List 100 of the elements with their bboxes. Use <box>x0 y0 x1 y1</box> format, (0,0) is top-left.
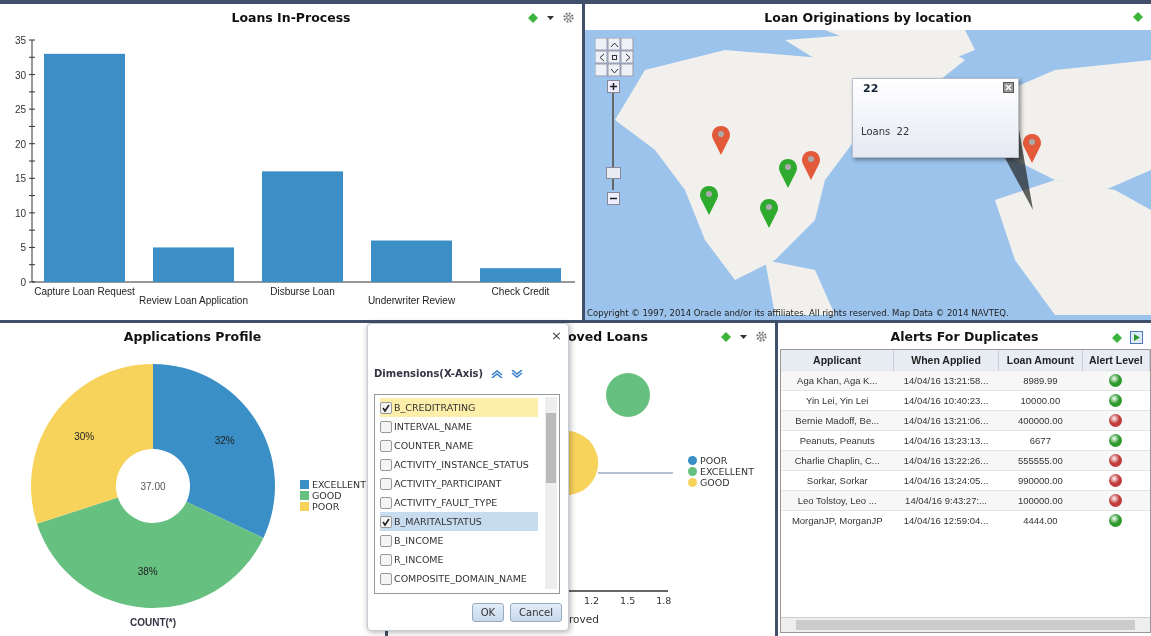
column-header[interactable]: Alert Level <box>1082 350 1150 371</box>
zoom-out-icon[interactable] <box>607 192 620 205</box>
legend-label: GOOD <box>312 490 342 501</box>
item-label: COMPOSITE_DOMAIN_NAME <box>394 573 527 584</box>
x-tick-label: Capture Loan Request <box>34 286 135 297</box>
list-item[interactable]: B_INCOME <box>380 531 538 550</box>
close-icon[interactable] <box>1003 82 1014 93</box>
table-cell: Bernie Madoff, Be... <box>781 410 894 431</box>
panel-title: Alerts For Duplicates <box>890 328 1039 344</box>
list-item[interactable]: COUNTER_NAME <box>380 436 538 455</box>
item-label: ACTIVITY_PARTICIPANT <box>394 478 502 489</box>
vertical-scrollbar[interactable] <box>545 397 557 589</box>
popup-title: 22 <box>863 82 879 95</box>
map-copyright: Copyright © 1997, 2014 Oracle and/or its affiliates. All rights reserved. Map Data © 2014 NAVTEQ. <box>587 308 1009 318</box>
map-pin-icon[interactable] <box>1022 133 1042 163</box>
list-item[interactable]: B_CREDITRATING <box>380 398 538 417</box>
x-tick-label: Review Loan Application <box>139 295 248 306</box>
list-item[interactable]: ACTIVITY_INSTANCE_STATUS <box>380 455 538 474</box>
close-button[interactable]: × <box>551 328 562 343</box>
chart-axis-label: COUNT(*) <box>129 617 177 628</box>
checkbox[interactable] <box>380 401 392 414</box>
zoom-in-icon[interactable] <box>607 80 620 93</box>
y-tick-label: 0 <box>20 277 26 288</box>
checkbox[interactable] <box>380 572 392 585</box>
panel-title: Applications Profile <box>123 328 262 344</box>
panel-title: oved Loans <box>568 328 648 344</box>
list-item[interactable]: COMPOSITE_DOMAIN_NAME <box>380 569 538 588</box>
play-icon[interactable] <box>1130 331 1143 344</box>
center-value: 37.00 <box>140 481 166 492</box>
map-pin-icon[interactable] <box>699 185 719 215</box>
y-tick-label: 15 <box>14 173 26 185</box>
checkbox[interactable] <box>380 515 392 528</box>
table-cell: 14/04/16 12:59:04... <box>893 510 999 530</box>
item-label: R_INCOME <box>394 554 444 565</box>
list-item[interactable]: B_MARITALSTATUS <box>380 512 538 531</box>
table-cell: Charlie Chaplin, C... <box>781 450 894 471</box>
x-tick-label: Underwriter Review <box>367 295 456 306</box>
map-pin-icon[interactable] <box>778 158 798 188</box>
bar[interactable] <box>371 240 452 282</box>
item-label: B_INCOME <box>394 535 444 546</box>
x-tick-label: 1.8 <box>656 595 672 606</box>
pan-control-icon[interactable] <box>595 38 635 78</box>
column-header[interactable]: When Applied <box>893 350 999 371</box>
list-item[interactable]: ACTIVITY_FAULT_TYPE <box>380 493 538 512</box>
y-tick-label: 35 <box>14 35 26 46</box>
y-tick-label: 30 <box>14 69 26 81</box>
item-label: B_CREDITRATING <box>394 402 476 413</box>
zoom-slider-thumb[interactable] <box>606 166 621 179</box>
x-tick-label: Check Credit <box>491 286 550 297</box>
table-cell: 4444.00 <box>998 510 1083 530</box>
settings-icon[interactable] <box>756 331 767 342</box>
table-cell: Aga Khan, Aga K... <box>781 370 894 391</box>
status-diamond-icon[interactable] <box>1112 332 1122 343</box>
x-axis-label: roved <box>569 613 599 625</box>
table-cell: 100000.00 <box>998 490 1083 511</box>
checkbox[interactable] <box>380 458 392 471</box>
map-pin-icon[interactable] <box>801 150 821 180</box>
table-cell: 14/04/16 9:43:27:... <box>893 490 999 511</box>
slice-label: 32% <box>214 435 235 447</box>
x-tick-label: 1.2 <box>584 595 600 606</box>
move-down-icon[interactable] <box>511 369 524 378</box>
checkbox[interactable] <box>380 553 392 566</box>
status-diamond-icon[interactable] <box>1133 12 1143 22</box>
donut-slice[interactable] <box>36 497 264 608</box>
table-cell: 555555.00 <box>998 450 1083 471</box>
dialog-button[interactable]: OK <box>471 603 505 622</box>
horizontal-scrollbar[interactable] <box>781 617 1150 632</box>
list-item[interactable]: R_INCOME <box>380 550 538 569</box>
x-tick-label: 1.5 <box>620 595 636 606</box>
y-tick-label: 10 <box>14 207 26 219</box>
checkbox[interactable] <box>380 496 392 509</box>
table-cell: 14/04/16 13:22:26... <box>893 450 999 471</box>
column-header[interactable]: Loan Amount <box>998 350 1083 371</box>
status-diamond-icon[interactable] <box>721 331 731 342</box>
checkbox[interactable] <box>380 534 392 547</box>
dialog-title: Dimensions(X-Axis) <box>374 368 484 379</box>
table-cell: Leo Tolstoy, Leo ... <box>781 490 894 511</box>
checkbox[interactable] <box>380 420 392 433</box>
dropdown-caret-icon[interactable] <box>546 14 555 21</box>
map-pin-icon[interactable] <box>711 125 731 155</box>
y-tick-label: 25 <box>14 104 26 116</box>
column-header[interactable]: Applicant <box>781 350 894 371</box>
panel-title: Loan Originations by location <box>764 9 972 25</box>
checkbox[interactable] <box>380 439 392 452</box>
bar[interactable] <box>153 247 234 282</box>
dropdown-caret-icon[interactable] <box>739 333 748 340</box>
dialog-button[interactable]: Cancel <box>510 603 562 622</box>
list-item[interactable]: INTERVAL_NAME <box>380 417 538 436</box>
move-up-icon[interactable] <box>491 369 504 378</box>
legend-label: POOR <box>312 501 340 512</box>
checkbox[interactable] <box>380 477 392 490</box>
popup-text: Loans 22 <box>861 126 910 137</box>
status-diamond-icon[interactable] <box>528 12 538 23</box>
y-tick-label: 5 <box>20 242 26 254</box>
list-item[interactable]: ACTIVITY_PARTICIPANT <box>380 474 538 493</box>
panel-title: Loans In-Process <box>231 9 351 25</box>
table-cell: 14/04/16 13:21:58... <box>893 370 999 391</box>
table-cell: 8989.99 <box>998 370 1083 391</box>
settings-icon[interactable] <box>563 12 574 23</box>
map-pin-icon[interactable] <box>759 198 779 228</box>
